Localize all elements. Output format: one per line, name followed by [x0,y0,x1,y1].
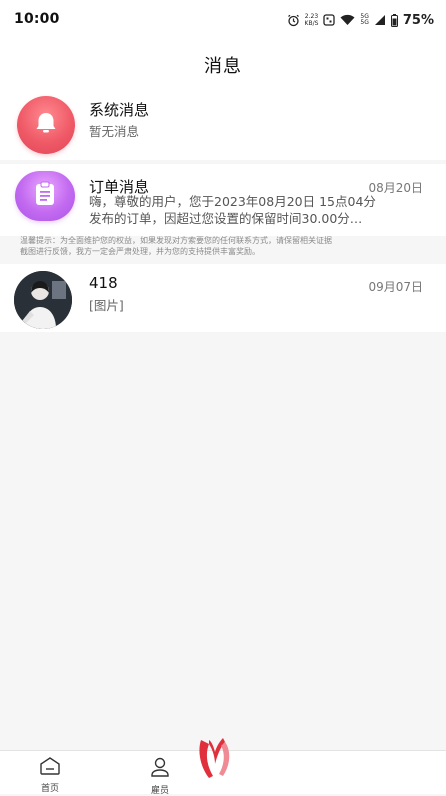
status-time: 10:00 [14,11,60,27]
status-bar: 10:00 2.23 KB/S 5G 5G 75% [0,0,446,40]
message-preview: 暂无消息 [89,124,140,139]
message-item-order[interactable]: 订单消息 08月20日 嗨，尊敬的用户，您于2023年08月20日 15点04分… [0,164,446,236]
home-icon [39,757,61,779]
message-title: 418 [89,274,118,292]
system-message-avatar [17,96,75,154]
message-preview-line2: 发布的订单，因超过您设置的保留时间30.00分… [89,211,363,226]
safety-warning-line1: 温馨提示：为全面维护您的权益，如果发现对方索要您的任何联系方式，请保留相关证据 [20,236,332,245]
order-message-avatar [15,171,75,221]
alarm-clock-icon [287,14,300,27]
tab-employees-label: 雇员 [150,786,169,796]
tab-home-label: 首页 [40,784,59,794]
tab-home[interactable]: 首页 [20,757,80,794]
network-speed-value: 2.23 [304,13,319,20]
safety-warning-text: 温馨提示：为全面维护您的权益，如果发现对方索要您的任何联系方式，请保留相关证据 … [20,235,425,257]
status-icons: 2.23 KB/S 5G 5G 75% [287,12,434,28]
message-date: 09月07日 [368,280,423,294]
wifi-icon [340,14,355,26]
user-photo-icon [14,271,72,329]
person-icon [150,757,170,781]
nfc-icon [323,14,336,26]
battery-percent: 75% [402,12,434,28]
network-type: 5G 5G [360,14,368,26]
document-icon [32,180,58,212]
battery-icon [390,13,398,27]
message-item-system[interactable]: 系统消息 暂无消息 [0,88,446,160]
message-preview-line1: 嗨，尊敬的用户，您于2023年08月20日 15点04分 [89,194,376,209]
signal-icon [374,14,386,26]
message-item-chat[interactable]: 418 09月07日 [图片] [0,264,446,332]
network-type-bottom: 5G [360,19,369,26]
page-title: 消息 [204,56,242,77]
user-avatar [14,271,72,329]
app-logo-tab[interactable] [195,734,235,784]
bell-icon [32,109,60,141]
message-date: 08月20日 [368,181,423,195]
header: 消息 [0,40,446,88]
network-speed: 2.23 KB/S [305,13,319,27]
message-title: 系统消息 [89,101,150,119]
safety-warning-line2: 截图进行反馈，我方一定会严肃处理，并为您的支持提供丰富奖励。 [20,247,260,256]
tab-employees[interactable]: 雇员 [130,757,190,796]
network-speed-unit: KB/S [304,20,319,27]
message-preview: [图片] [89,298,124,313]
app-logo-icon [199,738,230,778]
